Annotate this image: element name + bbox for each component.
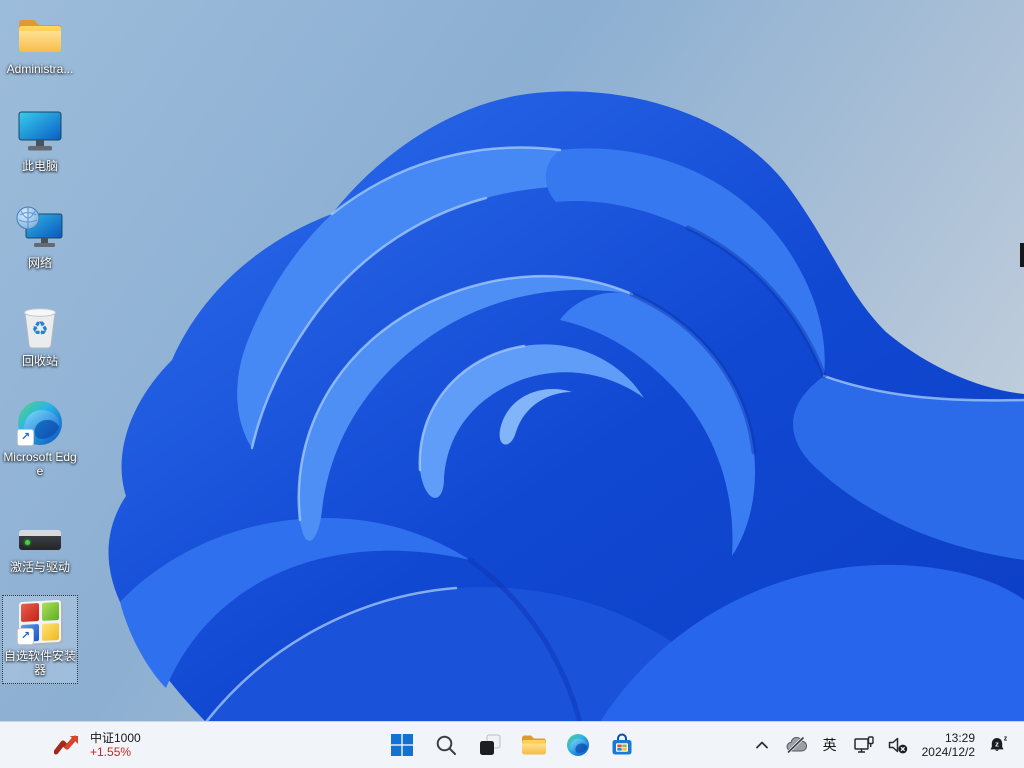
task-view-icon — [480, 734, 501, 755]
stock-trend-icon — [54, 735, 78, 755]
edge-icon — [567, 734, 589, 756]
ime-mode-button[interactable]: 英 — [813, 725, 847, 765]
network-globe-icon — [16, 205, 64, 253]
desktop-icon-label: 自选软件安装器 — [3, 649, 76, 677]
svg-text:z: z — [1004, 736, 1008, 743]
start-button[interactable] — [382, 725, 422, 765]
edge-taskbar-button[interactable] — [558, 725, 598, 765]
system-tray: 英 13:29 2024/12/2 z z — [745, 722, 1024, 768]
desktop-icon-network[interactable]: 网络 — [2, 202, 78, 273]
desktop-icon-label: 网络 — [27, 256, 52, 270]
desktop-icon-label: 此电脑 — [21, 159, 58, 173]
microsoft-store-icon — [612, 733, 632, 755]
ime-mode-label: 英 — [822, 737, 837, 753]
desktop-icon-microsoft-edge[interactable]: ↗ Microsoft Edge — [2, 396, 78, 481]
desktop-icon-label: Microsoft Edge — [3, 450, 77, 478]
desktop-icon-label: Administra... — [6, 62, 74, 76]
windows-logo-icon — [391, 734, 413, 756]
cloud-off-icon — [786, 736, 807, 754]
monitor-icon — [16, 108, 64, 156]
desktop-icon-administrator[interactable]: Administra... — [2, 8, 78, 79]
network-button[interactable] — [847, 725, 881, 765]
desktop-surface[interactable]: Administra... 此电脑 网络 ♻ 回收站 ↗ Microsoft E… — [0, 0, 1024, 722]
taskbar: 中证1000 +1.55% 英 13:29 2024/12/2 z z — [0, 721, 1024, 768]
search-button[interactable] — [426, 725, 466, 765]
file-explorer-button[interactable] — [514, 725, 554, 765]
tray-time: 13:29 — [944, 731, 975, 745]
volume-mute-icon — [888, 737, 907, 754]
desktop-icon-activation-drivers[interactable]: 激活与驱动 — [2, 506, 78, 577]
chevron-up-icon — [755, 741, 768, 749]
desktop-icon-this-pc[interactable]: 此电脑 — [2, 105, 78, 176]
four-color-window-icon: ↗ — [16, 598, 64, 646]
stock-widget-button[interactable]: 中证1000 +1.55% — [0, 722, 155, 768]
tray-date: 2024/12/2 — [921, 745, 975, 759]
stock-index-change: +1.55% — [90, 745, 132, 759]
onedrive-status-button[interactable] — [779, 725, 813, 765]
taskbar-center — [382, 722, 642, 768]
recycle-glyph: ♻ — [31, 319, 48, 340]
recycle-bin-icon: ♻ — [16, 303, 64, 351]
desktop-icon-software-installer[interactable]: ↗ 自选软件安装器 — [2, 595, 78, 684]
shortcut-arrow-icon: ↗ — [17, 628, 34, 645]
hidden-icons-button[interactable] — [745, 725, 779, 765]
edge-icon: ↗ — [16, 399, 64, 447]
external-drive-icon — [16, 509, 64, 557]
desktop-icon-recycle-bin[interactable]: ♻ 回收站 — [2, 300, 78, 371]
volume-button[interactable] — [881, 725, 915, 765]
clock-button[interactable]: 13:29 2024/12/2 — [915, 725, 982, 765]
screen-edge-window-sliver — [1020, 243, 1024, 267]
microsoft-store-button[interactable] — [602, 725, 642, 765]
bell-dnd-icon: z z — [990, 736, 1008, 751]
folder-icon — [16, 11, 64, 59]
stock-index-name: 中证1000 — [90, 731, 141, 745]
bloom-wallpaper — [108, 91, 1024, 722]
ethernet-monitor-icon — [853, 736, 874, 753]
shortcut-arrow-icon: ↗ — [17, 429, 34, 446]
notification-center-button[interactable]: z z — [982, 725, 1016, 765]
task-view-button[interactable] — [470, 725, 510, 765]
desktop-icon-label: 激活与驱动 — [9, 560, 70, 574]
file-explorer-icon — [522, 735, 546, 755]
search-icon — [436, 735, 456, 755]
svg-text:z: z — [995, 740, 999, 749]
desktop-icon-label: 回收站 — [21, 354, 58, 368]
